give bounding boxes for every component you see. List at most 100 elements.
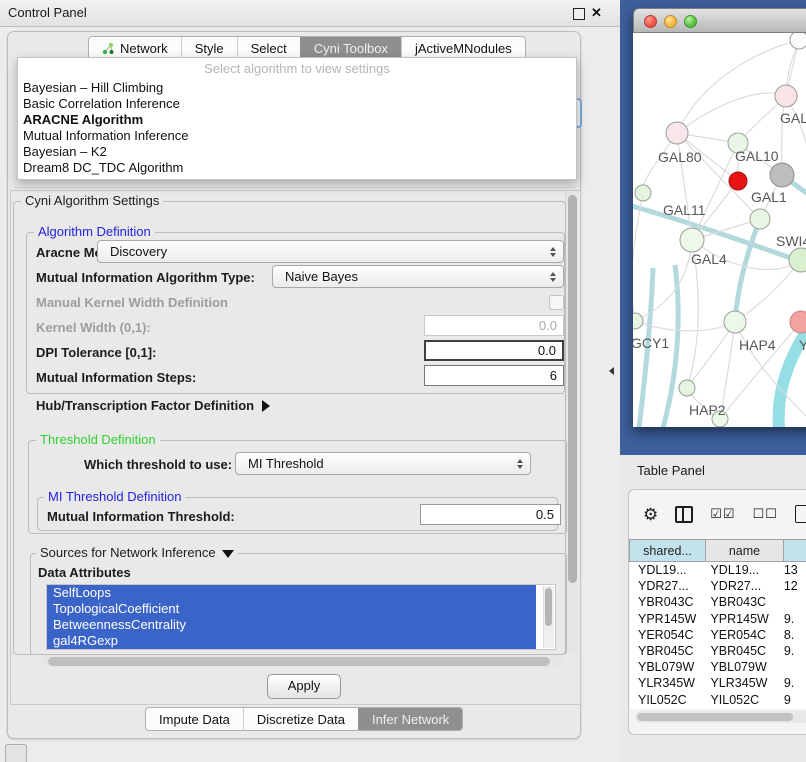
tab-style[interactable]: Style [181, 37, 237, 59]
float-panel-icon[interactable] [573, 8, 585, 20]
algorithm-option[interactable]: ARACNE Algorithm [18, 112, 576, 128]
table-cell: YER054C [630, 627, 704, 643]
table-cell: YBR043C [704, 594, 780, 610]
tab-discretize-data[interactable]: Discretize Data [243, 708, 358, 730]
splitter-collapse-arrow[interactable] [609, 367, 614, 375]
table-horizontal-scrollbar[interactable] [635, 711, 806, 723]
table-row[interactable]: YIL052CYIL052C9 [630, 692, 806, 708]
table-cell: YBL079W [630, 659, 704, 675]
table-row[interactable]: YLR345WYLR345W9. [630, 675, 806, 691]
attribute-item[interactable]: gal4RGexp [47, 633, 536, 649]
algorithm-option[interactable]: Bayesian – Hill Climbing [18, 80, 576, 96]
tab-network[interactable]: Network [89, 37, 181, 59]
attribute-item[interactable]: SelfLoops [47, 585, 536, 601]
network-canvas[interactable]: GALGAL80GAL10GAL1GAL11SWI4GAL4GCY1HAP4YH… [633, 33, 806, 427]
network-node[interactable] [729, 172, 747, 190]
table-cell: YDR27... [704, 578, 780, 594]
tab-jactivemnodules[interactable]: jActiveMNodules [401, 37, 525, 59]
table-horizontal-scrollbar-thumb[interactable] [637, 713, 793, 721]
algorithm-dropdown-prompt: Select algorithm to view settings [18, 58, 576, 80]
table-row[interactable]: YBR045CYBR045C9. [630, 643, 806, 659]
table-row[interactable]: YBL079WYBL079W [630, 659, 806, 675]
vertical-scrollbar-thumb[interactable] [568, 195, 577, 583]
table-cell: YBR043C [630, 594, 704, 610]
attribute-item[interactable]: TopologicalCoefficient [47, 601, 536, 617]
mi-steps-input[interactable] [424, 365, 564, 386]
algorithm-definition-title: Algorithm Definition [34, 224, 155, 239]
column-header[interactable]: name [706, 539, 784, 562]
table-row[interactable]: YBR043CYBR043C [630, 594, 806, 610]
select-none-icon[interactable]: ☐☐ [753, 506, 778, 522]
attribute-item[interactable]: BetweennessCentrality [47, 617, 536, 633]
dpi-tolerance-label: DPI Tolerance [0,1]: [36, 345, 156, 360]
network-node[interactable] [790, 33, 806, 49]
network-node[interactable] [770, 163, 794, 187]
select-all-icon[interactable]: ☑☑ [710, 506, 735, 522]
close-panel-icon[interactable]: ✕ [591, 5, 602, 21]
apply-button[interactable]: Apply [267, 674, 341, 699]
restore-panel-icon[interactable] [5, 744, 27, 762]
column-header[interactable]: shared... [629, 539, 706, 562]
tab-infer-network[interactable]: Infer Network [358, 708, 462, 730]
node-label: GAL80 [658, 149, 702, 165]
algorithm-option[interactable]: Basic Correlation Inference [18, 96, 576, 112]
tab-cyni-toolbox[interactable]: Cyni Toolbox [300, 37, 401, 59]
stepper-arrows-icon [517, 459, 523, 469]
network-node[interactable] [724, 311, 746, 333]
table-row[interactable]: YDR27...YDR27...12 [630, 578, 806, 594]
network-node[interactable] [666, 122, 688, 144]
mi-threshold-group-title: MI Threshold Definition [44, 489, 185, 504]
table-cell: YBL079W [704, 659, 780, 675]
table-toolbar: ⚙ ☑☑ ☐☐ [643, 500, 806, 528]
stepper-arrows-icon [550, 247, 556, 257]
network-node[interactable] [750, 209, 770, 229]
table-row[interactable]: YER054CYER054C8. [630, 627, 806, 643]
mi-algorithm-type-select[interactable]: Naive Bayes [272, 265, 564, 288]
table-row[interactable]: YPR145WYPR145W9. [630, 611, 806, 627]
screen: Control Panel ✕ NetworkStyleSelectCyni T… [0, 0, 806, 762]
aracne-mode-select[interactable]: Discovery [97, 240, 564, 263]
kernel-width-input[interactable] [424, 315, 564, 336]
horizontal-scrollbar-thumb[interactable] [48, 657, 550, 666]
network-node[interactable] [635, 185, 651, 201]
document-icon[interactable] [795, 505, 806, 523]
network-window-titlebar[interactable] [633, 8, 806, 33]
network-node[interactable] [790, 311, 806, 333]
table-cell: YIL052C [704, 692, 780, 708]
columns-icon[interactable] [675, 506, 693, 523]
table-cell: YDL19... [704, 562, 780, 578]
network-node[interactable] [633, 313, 643, 329]
algorithm-dropdown-list: Bayesian – Hill ClimbingBasic Correlatio… [18, 80, 576, 176]
attributes-scrollbar[interactable] [543, 586, 554, 648]
tab-select[interactable]: Select [237, 37, 300, 59]
gear-icon[interactable]: ⚙ [643, 506, 658, 523]
manual-kernel-checkbox[interactable] [549, 295, 564, 310]
algorithm-option[interactable]: Dream8 DC_TDC Algorithm [18, 160, 576, 176]
algorithm-option[interactable]: Bayesian – K2 [18, 144, 576, 160]
mi-threshold-input[interactable] [420, 504, 561, 525]
table-panel: ⚙ ☑☑ ☐☐ shared...name YDL19...YDL19...13… [628, 489, 806, 735]
table-cell: YER054C [704, 627, 780, 643]
table-cell: 12 [781, 578, 806, 594]
attributes-scrollbar-thumb[interactable] [545, 588, 552, 626]
table-row[interactable]: YDL19...YDL19...13 [630, 562, 806, 578]
window-minimize-button[interactable] [664, 15, 677, 28]
algorithm-option[interactable]: Mutual Information Inference [18, 128, 576, 144]
which-threshold-select[interactable]: MI Threshold [235, 452, 531, 475]
window-close-button[interactable] [644, 15, 657, 28]
network-icon [102, 42, 115, 55]
hub-section-toggle[interactable]: Hub/Transcription Factor Definition [36, 398, 270, 413]
window-zoom-button[interactable] [684, 15, 697, 28]
manual-kernel-label: Manual Kernel Width Definition [36, 295, 228, 310]
tab-impute-data[interactable]: Impute Data [146, 708, 243, 730]
horizontal-scrollbar[interactable] [42, 655, 564, 668]
column-header[interactable] [784, 539, 806, 562]
dpi-tolerance-input[interactable] [424, 340, 564, 361]
network-node[interactable] [679, 380, 695, 396]
network-node[interactable] [680, 228, 704, 252]
table-cell: 9 [781, 692, 806, 708]
sources-group-toggle[interactable]: Sources for Network Inference [36, 545, 238, 560]
network-node[interactable] [775, 85, 797, 107]
network-node[interactable] [789, 248, 806, 272]
stepper-arrows-icon [550, 272, 556, 282]
